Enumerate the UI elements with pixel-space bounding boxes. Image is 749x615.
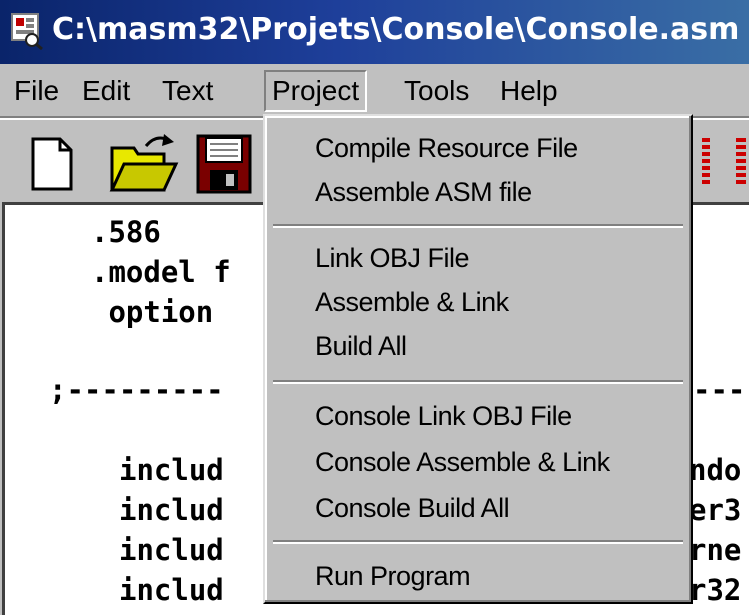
menu-item-run-program[interactable]: Run Program (315, 554, 471, 598)
code-line: ;--------- (49, 373, 224, 407)
code-line-fragment: r32 (689, 573, 742, 607)
menu-project[interactable]: Project (264, 70, 368, 112)
toolbar-red-icon[interactable] (734, 138, 746, 188)
new-file-icon[interactable] (30, 136, 74, 192)
title-bar[interactable]: C:\masm32\Projets\Console\Console.asm (0, 0, 749, 64)
menu-separator (273, 224, 683, 228)
menu-item-assemble-and-link[interactable]: Assemble & Link (315, 280, 509, 324)
code-line: includ (119, 573, 224, 607)
menu-edit[interactable]: Edit (82, 72, 130, 110)
menu-item-assemble-asm-file[interactable]: Assemble ASM file (315, 170, 532, 214)
open-folder-icon[interactable] (108, 132, 180, 194)
code-line-fragment: er3 (689, 493, 742, 527)
app-icon[interactable] (10, 12, 44, 50)
code-line: includ (119, 533, 224, 567)
menu-separator (273, 380, 683, 384)
code-line: .586 (91, 215, 161, 249)
code-line: option (91, 295, 214, 329)
code-line-fragment: ----- (693, 373, 749, 407)
menu-bar: File Edit Text Project Tools Help (0, 64, 749, 118)
menu-help[interactable]: Help (500, 72, 558, 110)
application-window: C:\masm32\Projets\Console\Console.asm Fi… (0, 0, 749, 615)
code-line-fragment: ndo (689, 453, 742, 487)
menu-item-build-all[interactable]: Build All (315, 324, 407, 368)
window-title: C:\masm32\Projets\Console\Console.asm (52, 12, 740, 47)
save-disk-icon[interactable] (196, 134, 252, 194)
toolbar-red-icon[interactable] (700, 138, 712, 188)
code-line: includ (119, 453, 224, 487)
menu-item-console-assemble-and-link[interactable]: Console Assemble & Link (315, 440, 610, 484)
menu-text[interactable]: Text (162, 72, 213, 110)
menu-item-console-build-all[interactable]: Console Build All (315, 486, 510, 530)
menu-separator (273, 540, 683, 544)
menu-tools[interactable]: Tools (404, 72, 469, 110)
menu-item-console-link-obj-file[interactable]: Console Link OBJ File (315, 394, 572, 438)
code-line-fragment: rne (689, 533, 742, 567)
menu-item-link-obj-file[interactable]: Link OBJ File (315, 236, 470, 280)
project-menu-dropdown: Compile Resource File Assemble ASM file … (263, 114, 693, 604)
menu-item-compile-resource-file[interactable]: Compile Resource File (315, 126, 578, 170)
code-line: includ (119, 493, 224, 527)
code-line: .model f (91, 255, 231, 289)
menu-file[interactable]: File (14, 72, 59, 110)
